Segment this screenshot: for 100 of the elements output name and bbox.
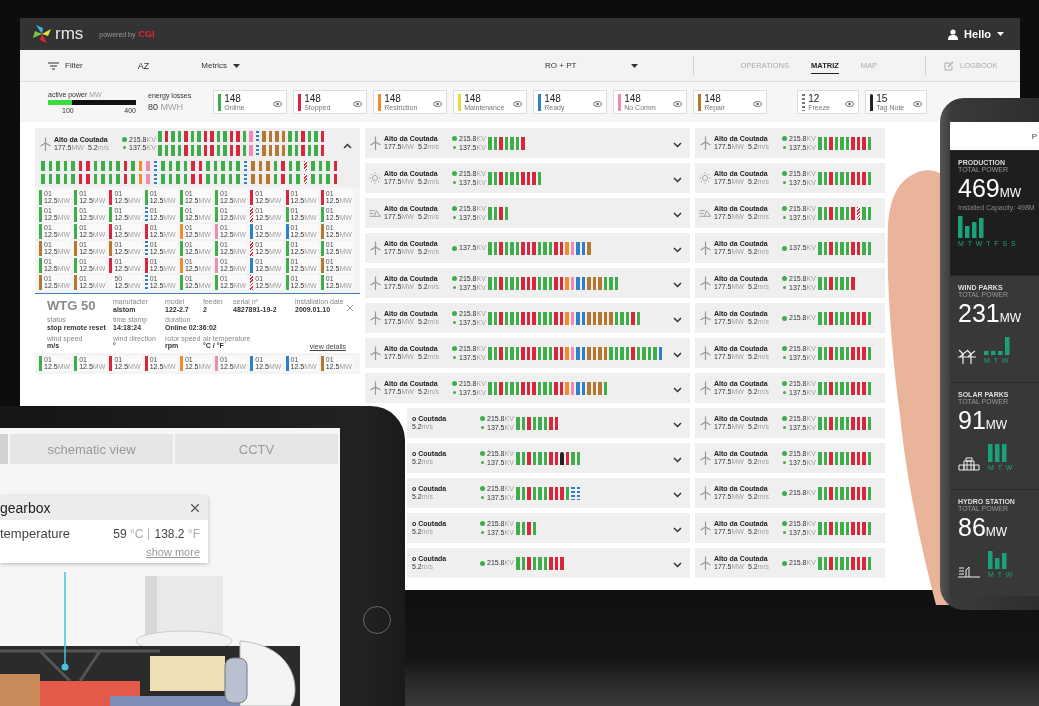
filter-button[interactable]: Filter [48,61,83,70]
wind-turbine-icon [699,311,711,325]
status-count: 12 [808,93,821,104]
eye-icon[interactable] [845,101,855,107]
dot-icon [452,311,457,317]
dot-icon [452,171,457,177]
wind-turbine-icon [699,241,711,255]
eye-icon[interactable] [753,101,763,107]
turbine-title: WTG 50 [47,298,97,314]
logo-text: rms [55,24,84,44]
dot-icon [453,215,456,219]
chevron-down-icon[interactable] [673,562,682,568]
dot-icon [480,451,485,457]
dot-icon [480,486,485,492]
user-menu-button[interactable]: Hello [948,28,1004,40]
eye-icon[interactable] [913,101,923,107]
chevron-down-icon[interactable] [673,247,682,253]
dot-icon [782,245,787,251]
region-dropdown[interactable]: RO + PT [545,61,639,70]
wind-turbine-icon [699,486,711,500]
dot-icon [783,215,786,219]
close-icon[interactable] [190,503,200,513]
user-icon [948,28,959,40]
close-icon[interactable] [346,304,354,312]
sun-icon [369,172,381,184]
dot-icon [481,495,484,499]
wind-turbine-icon [39,136,51,151]
chevron-down-icon[interactable] [673,212,682,218]
dam-icon [699,208,711,218]
wind-turbine-icon [369,346,381,360]
dot-icon [782,451,787,457]
dot-icon [782,521,787,527]
sort-button[interactable]: AZ [137,60,150,71]
chevron-down-icon[interactable] [673,457,682,463]
dot-icon [453,180,456,184]
popup-title: gearbox [0,500,51,516]
chevron-down-icon[interactable] [673,422,682,428]
wind-turbine-icon [699,381,711,395]
dot-icon [452,245,457,251]
dot-icon [481,460,484,464]
chevron-down-icon[interactable] [673,317,682,323]
brand-text: CGI [138,29,155,39]
metrics-dropdown[interactable]: Metrics [201,61,241,70]
wind-turbine-icon [369,311,381,325]
dot-icon [452,206,457,212]
mini-bar-chart [958,216,986,239]
dot-icon [782,171,787,177]
dot-icon [453,320,456,324]
dot-icon [452,346,457,352]
chevron-down-icon[interactable] [673,492,682,498]
chevron-down-icon[interactable] [673,352,682,358]
wind-turbine-icon [369,241,381,255]
wind-turbine-icon [699,556,711,570]
dot-icon [783,355,786,359]
tab-label[interactable]: P [1031,131,1037,141]
dam-icon [958,565,980,578]
dot-icon [783,180,786,184]
dot-icon [782,490,787,496]
dot-icon [783,460,786,464]
eye-icon[interactable] [513,101,523,107]
wind-turbines-icon [958,347,976,364]
status-count: 148 [624,93,642,104]
eye-icon[interactable] [673,101,683,107]
caret-icon [997,32,1004,36]
eye-icon[interactable] [433,101,443,107]
dot-icon [480,416,485,422]
logo-icon [32,24,52,44]
chevron-up-icon[interactable] [343,142,352,149]
wind-turbine-icon [699,136,711,150]
chevron-down-icon[interactable] [673,527,682,533]
total-power-value: 469MW [958,175,1023,203]
dot-icon [122,136,127,142]
wind-turbine-icon [369,381,381,395]
wind-turbine-icon [369,136,381,150]
dot-icon [783,145,786,149]
dot-icon [783,425,786,429]
celsius-reading: 59 °C [113,526,144,541]
eye-icon[interactable] [273,101,283,107]
dot-icon [452,276,457,282]
wind-turbine-icon [699,451,711,465]
chevron-down-icon[interactable] [673,387,682,393]
eye-icon[interactable] [593,101,603,107]
edit-icon [944,60,955,71]
dot-icon [480,560,485,566]
dot-icon [782,276,787,282]
dot-icon [783,285,786,289]
chevron-down-icon[interactable] [673,142,682,148]
total-power-value: 86MW [958,514,1009,542]
dot-icon [123,146,126,150]
status-count: 148 [704,93,722,104]
reading-label: temperature [0,526,71,541]
dot-icon [453,355,456,359]
dot-icon [782,206,787,212]
energy-losses-value: 80 MWH [148,102,184,112]
eye-icon[interactable] [353,101,363,107]
chevron-down-icon[interactable] [673,177,682,183]
dot-icon [481,425,484,429]
dot-icon [782,560,787,566]
dot-icon [453,145,456,149]
chevron-down-icon[interactable] [673,282,682,288]
